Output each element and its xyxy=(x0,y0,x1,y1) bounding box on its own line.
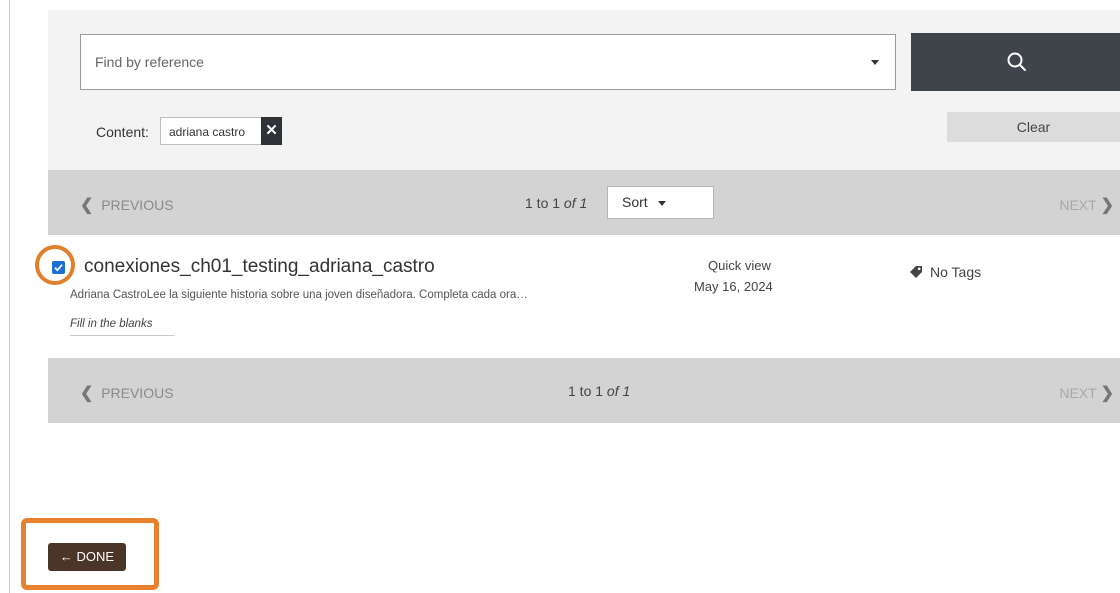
previous-label: PREVIOUS xyxy=(101,385,174,401)
tag-icon xyxy=(910,266,922,278)
previous-page-link[interactable]: ❮ PREVIOUS xyxy=(80,383,174,403)
result-title[interactable]: conexiones_ch01_testing_adriana_castro xyxy=(84,256,435,278)
result-select-checkbox[interactable] xyxy=(52,261,65,274)
caret-down-icon[interactable] xyxy=(871,60,879,65)
result-range: 1 to 1 of 1 xyxy=(525,195,587,211)
next-label: NEXT xyxy=(1059,385,1097,401)
sort-label: Sort xyxy=(622,194,648,210)
result-type-badge: Fill in the blanks xyxy=(70,318,174,336)
sort-dropdown[interactable]: Sort xyxy=(607,186,714,219)
left-divider xyxy=(9,0,10,593)
close-icon[interactable]: ✕ xyxy=(261,117,282,145)
previous-label: PREVIOUS xyxy=(101,197,174,213)
quick-view-link[interactable]: Quick view xyxy=(708,258,771,273)
done-button[interactable]: ← DONE xyxy=(48,543,126,571)
next-page-link[interactable]: NEXT ❯ xyxy=(1059,195,1114,215)
content-filter-label: Content: xyxy=(96,124,149,140)
search-button[interactable] xyxy=(911,33,1120,91)
pagination-top: ❮ PREVIOUS 1 to 1 of 1 Sort NEXT ❯ xyxy=(48,170,1120,235)
chevron-right-icon: ❯ xyxy=(1100,385,1114,402)
result-description: Adriana CastroLee la siguiente historia … xyxy=(70,289,528,301)
checkmark-icon xyxy=(54,264,63,272)
content-filter-chip: adriana castro ✕ xyxy=(160,117,282,145)
chevron-left-icon: ❮ xyxy=(80,385,94,402)
next-page-link[interactable]: NEXT ❯ xyxy=(1059,383,1114,403)
previous-page-link[interactable]: ❮ PREVIOUS xyxy=(80,195,174,215)
search-icon xyxy=(1007,52,1026,71)
range-total: of 1 xyxy=(563,195,588,211)
range-text: 1 to 1 xyxy=(568,383,604,399)
result-range: 1 to 1 of 1 xyxy=(568,383,630,399)
no-tags-label: No Tags xyxy=(930,264,982,280)
clear-button[interactable]: Clear xyxy=(947,112,1120,142)
search-placeholder: Find by reference xyxy=(95,54,204,70)
result-date: May 16, 2024 xyxy=(694,279,773,294)
caret-down-icon xyxy=(658,201,666,206)
chevron-left-icon: ❮ xyxy=(80,197,94,214)
next-label: NEXT xyxy=(1059,197,1097,213)
range-text: 1 to 1 xyxy=(525,195,561,211)
pagination-bottom: ❮ PREVIOUS 1 to 1 of 1 NEXT ❯ xyxy=(48,358,1120,423)
filter-chip-value: adriana castro xyxy=(169,125,246,139)
range-total: of 1 xyxy=(606,383,631,399)
chevron-right-icon: ❯ xyxy=(1100,197,1114,214)
reference-search-dropdown[interactable]: Find by reference xyxy=(80,34,896,90)
